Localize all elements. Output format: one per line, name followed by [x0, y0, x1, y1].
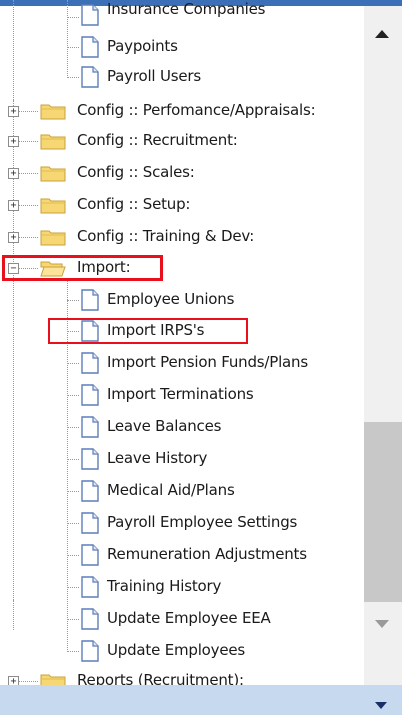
highlight-box-import-folder	[2, 255, 163, 281]
folder-icon	[40, 104, 66, 120]
tree-connector	[67, 555, 79, 556]
document-icon	[81, 576, 99, 598]
tree-item-training-history[interactable]: Training History	[0, 572, 362, 602]
tree-connector	[67, 427, 79, 428]
tree-connector	[67, 395, 79, 396]
dropdown-arrow-icon[interactable]	[375, 702, 387, 709]
tree-item-medical-aid[interactable]: Medical Aid/Plans	[0, 476, 362, 506]
tree-item-leave-history[interactable]: Leave History	[0, 444, 362, 474]
scroll-down-arrow-icon[interactable]	[375, 620, 389, 628]
document-icon	[81, 352, 99, 374]
document-icon	[81, 416, 99, 438]
tree-item-paypoints[interactable]: Paypoints	[0, 32, 362, 62]
document-icon	[81, 4, 99, 26]
tree-item-label: Update Employees	[107, 641, 245, 659]
document-icon	[81, 608, 99, 630]
tree-folder-label: Config :: Perfomance/Appraisals:	[77, 101, 316, 119]
tree-connector	[67, 619, 79, 620]
tree-folder-config-performance[interactable]: + Config :: Perfomance/Appraisals:	[0, 96, 362, 126]
tree-item-label: Leave History	[107, 449, 208, 467]
tree-folder-label: Reports (Recruitment):	[77, 671, 244, 685]
tree-item-remuneration-adjustments[interactable]: Remuneration Adjustments	[0, 540, 362, 570]
tree-connector	[67, 459, 79, 460]
tree-view[interactable]: Insurance Companies Paypoints Payroll Us…	[0, 0, 362, 685]
tree-item-label: Training History	[107, 577, 222, 595]
tree-item-label: Paypoints	[107, 37, 178, 55]
vertical-scrollbar-thumb[interactable]	[364, 422, 402, 602]
tree-connector	[67, 523, 79, 524]
tree-item-label: Import Terminations	[107, 385, 254, 403]
plus-expander-icon[interactable]: +	[8, 200, 19, 211]
tree-folder-config-recruitment[interactable]: + Config :: Recruitment:	[0, 126, 362, 156]
document-icon	[81, 384, 99, 406]
tree-item-label: Remuneration Adjustments	[107, 545, 307, 563]
tree-connector	[67, 77, 79, 78]
folder-icon	[40, 134, 66, 150]
highlight-box-import-irps	[48, 318, 248, 344]
bottom-toolbar	[0, 685, 402, 715]
tree-item-label: Update Employee EEA	[107, 609, 271, 627]
tree-connector	[67, 17, 79, 18]
tree-item-update-employees[interactable]: Update Employees	[0, 636, 362, 666]
document-icon	[81, 289, 99, 311]
tree-folder-config-scales[interactable]: + Config :: Scales:	[0, 158, 362, 188]
plus-expander-icon[interactable]: +	[8, 136, 19, 147]
tree-item-employee-unions[interactable]: Employee Unions	[0, 285, 362, 315]
plus-expander-icon[interactable]: +	[8, 232, 19, 243]
tree-connector	[67, 651, 79, 652]
tree-folder-label: Config :: Setup:	[77, 195, 191, 213]
tree-folder-label: Config :: Scales:	[77, 163, 195, 181]
tree-item-import-pension-funds[interactable]: Import Pension Funds/Plans	[0, 348, 362, 378]
tree-connector	[67, 491, 79, 492]
tree-item-label: Employee Unions	[107, 290, 235, 308]
folder-icon	[40, 198, 66, 214]
document-icon	[81, 640, 99, 662]
folder-icon	[40, 166, 66, 182]
tree-item-label: Payroll Users	[107, 67, 201, 85]
tree-item-label: Payroll Employee Settings	[107, 513, 298, 531]
tree-item-label: Medical Aid/Plans	[107, 481, 235, 499]
document-icon	[81, 480, 99, 502]
document-icon	[81, 544, 99, 566]
tree-item-insurance-companies[interactable]: Insurance Companies	[0, 0, 362, 32]
tree-folder-label: Config :: Training & Dev:	[77, 227, 255, 245]
tree-connector	[67, 587, 79, 588]
tree-item-payroll-employee-settings[interactable]: Payroll Employee Settings	[0, 508, 362, 538]
tree-connector	[67, 47, 79, 48]
plus-expander-icon[interactable]: +	[8, 168, 19, 179]
tree-connector	[67, 300, 79, 301]
scroll-up-arrow-icon[interactable]	[375, 30, 389, 38]
tree-item-label: Import Pension Funds/Plans	[107, 353, 308, 371]
folder-icon	[40, 230, 66, 246]
tree-item-leave-balances[interactable]: Leave Balances	[0, 412, 362, 442]
tree-item-payroll-users[interactable]: Payroll Users	[0, 62, 362, 92]
tree-folder-config-training-dev[interactable]: + Config :: Training & Dev:	[0, 222, 362, 252]
tree-folder-reports-recruitment[interactable]: + Reports (Recruitment):	[0, 666, 362, 685]
tree-item-label: Leave Balances	[107, 417, 222, 435]
document-icon	[81, 448, 99, 470]
folder-icon	[40, 674, 66, 685]
tree-item-label: Insurance Companies	[107, 0, 266, 18]
document-icon	[81, 512, 99, 534]
tree-connector	[67, 363, 79, 364]
tree-folder-label: Config :: Recruitment:	[77, 131, 238, 149]
plus-expander-icon[interactable]: +	[8, 106, 19, 117]
document-icon	[81, 36, 99, 58]
tree-item-update-employee-eea[interactable]: Update Employee EEA	[0, 604, 362, 634]
tree-folder-config-setup[interactable]: + Config :: Setup:	[0, 190, 362, 220]
document-icon	[81, 66, 99, 88]
tree-item-import-terminations[interactable]: Import Terminations	[0, 380, 362, 410]
plus-expander-icon[interactable]: +	[8, 676, 19, 685]
